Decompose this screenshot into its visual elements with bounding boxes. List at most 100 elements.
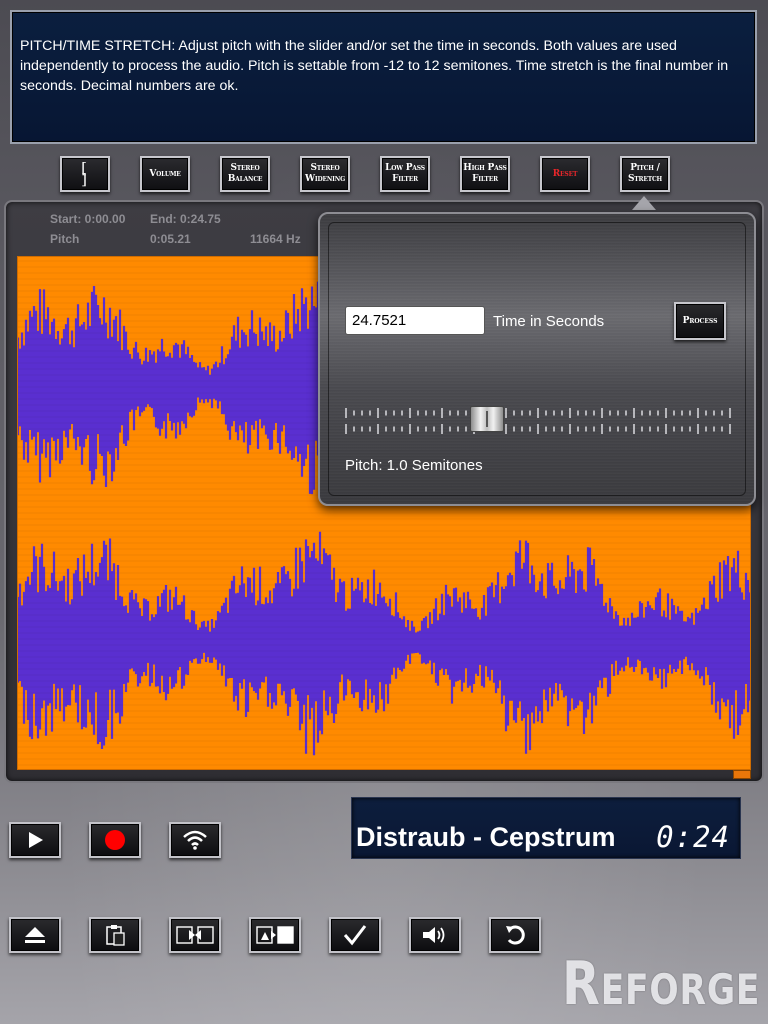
- pitch-slider-tick: [505, 424, 507, 434]
- pitch-slider-tick: [601, 408, 603, 418]
- pitch-slider-tick: [513, 426, 515, 432]
- pitch-slider-tick: [345, 408, 347, 418]
- pitch-slider-tick: [465, 410, 467, 416]
- undo-icon: [506, 925, 525, 945]
- pitch-slider-tick: [577, 426, 579, 432]
- pitch-slider-tick: [353, 426, 355, 432]
- reset-button-label: Reset: [552, 168, 578, 179]
- pitch-slider-tick: [705, 410, 707, 416]
- pitch-slider-tick: [377, 424, 379, 434]
- clipboard-icon: [106, 925, 125, 946]
- pitch-slider-tick: [729, 424, 731, 434]
- pitch-slider-tick: [433, 426, 435, 432]
- pitch-slider-tick: [609, 410, 611, 416]
- paste-button[interactable]: [89, 917, 141, 953]
- play-button[interactable]: [9, 822, 61, 858]
- pitch-slider-tick: [609, 426, 611, 432]
- speaker-button[interactable]: [409, 917, 461, 953]
- pitch-slider-tick: [649, 410, 651, 416]
- pitch-slider-thumb[interactable]: [470, 406, 505, 432]
- pitch-slider-tick: [457, 410, 459, 416]
- reforge-logo: Reforge: [562, 949, 761, 1019]
- pitch-slider-tick: [401, 426, 403, 432]
- pitch-slider-tick: [369, 410, 371, 416]
- pitch-slider-track: [345, 408, 731, 434]
- popup-inner-border: [328, 222, 746, 496]
- pitch-stretch-button-label: Pitch / Stretch: [627, 163, 663, 184]
- pitch-slider-tick: [369, 426, 371, 432]
- selection-bracket-button[interactable]: [ ]: [60, 156, 110, 192]
- help-panel: PITCH/TIME STRETCH: Adjust pitch with th…: [10, 10, 757, 144]
- stereo-balance-button-label: Stereo Balance: [227, 163, 263, 184]
- process-button-label: Process: [682, 316, 718, 326]
- pitch-slider-tick: [657, 410, 659, 416]
- pitch-slider[interactable]: [342, 400, 734, 440]
- pitch-slider-tick: [377, 408, 379, 418]
- pitch-slider-tick: [617, 410, 619, 416]
- pitch-slider-tick: [433, 410, 435, 416]
- pitch-slider-tick: [681, 410, 683, 416]
- low-pass-filter-button[interactable]: Low Pass Filter: [380, 156, 430, 192]
- speaker-wave-icon: [423, 927, 445, 943]
- high-pass-filter-button-label: High Pass Filter: [463, 163, 507, 184]
- pitch-slider-tick: [417, 410, 419, 416]
- reset-button[interactable]: Reset: [540, 156, 590, 192]
- pitch-slider-tick: [625, 426, 627, 432]
- stereo-widening-button-label: Stereo Widening: [305, 163, 345, 184]
- track-title: Distraub - Cepstrum: [356, 822, 616, 852]
- pitch-slider-tick: [729, 408, 731, 418]
- play-icon: [29, 832, 43, 848]
- pitch-slider-tick: [593, 410, 595, 416]
- high-pass-filter-button[interactable]: High Pass Filter: [460, 156, 510, 192]
- pitch-slider-tick: [401, 410, 403, 416]
- eject-button[interactable]: [9, 917, 61, 953]
- time-in-seconds-input[interactable]: [345, 306, 485, 335]
- swap-right-button[interactable]: [249, 917, 301, 953]
- pitch-slider-tick: [569, 424, 571, 434]
- pitch-slider-tick: [505, 408, 507, 418]
- pitch-slider-tick: [577, 410, 579, 416]
- time-in-seconds-label: Time in Seconds: [493, 313, 605, 330]
- undo-button[interactable]: [489, 917, 541, 953]
- pitch-slider-tick: [649, 426, 651, 432]
- stereo-widening-button[interactable]: Stereo Widening: [300, 156, 350, 192]
- pitch-slider-tick: [361, 410, 363, 416]
- apply-button[interactable]: [329, 917, 381, 953]
- pitch-slider-tick: [561, 426, 563, 432]
- pitch-semitones-readout: Pitch: 1.0 Semitones: [345, 457, 483, 474]
- pitch-slider-tick: [625, 410, 627, 416]
- pitch-slider-tick: [721, 410, 723, 416]
- pitch-slider-tick: [353, 410, 355, 416]
- pitch-slider-tick: [601, 424, 603, 434]
- swap-left-button[interactable]: [169, 917, 221, 953]
- pitch-label: Pitch: [50, 232, 80, 246]
- pitch-slider-tick: [705, 426, 707, 432]
- pitch-slider-tick: [529, 410, 531, 416]
- pitch-slider-tick: [393, 426, 395, 432]
- frequency-readout: 11664 Hz: [250, 232, 301, 246]
- swap-left-icon: [176, 926, 214, 944]
- pitch-slider-tick: [585, 426, 587, 432]
- track-time: 0:24: [656, 820, 730, 854]
- pitch-slider-tick: [697, 408, 699, 418]
- pitch-slider-tick: [657, 426, 659, 432]
- swap-right-icon: [256, 926, 294, 944]
- pitch-slider-tick: [721, 426, 723, 432]
- record-button[interactable]: [89, 822, 141, 858]
- waveform-scroll-handle[interactable]: [733, 770, 751, 779]
- now-playing-display: Distraub - Cepstrum 0:24: [351, 797, 741, 859]
- pitch-slider-tick: [665, 408, 667, 418]
- pitch-slider-tick: [561, 410, 563, 416]
- wifi-share-button[interactable]: [169, 822, 221, 858]
- pitch-slider-tick: [393, 410, 395, 416]
- pitch-slider-tick: [545, 410, 547, 416]
- stereo-balance-button[interactable]: Stereo Balance: [220, 156, 270, 192]
- pitch-slider-tick: [673, 426, 675, 432]
- pitch-stretch-button[interactable]: Pitch / Stretch: [620, 156, 670, 192]
- process-button[interactable]: Process: [674, 302, 726, 340]
- help-text: PITCH/TIME STRETCH: Adjust pitch with th…: [20, 38, 729, 94]
- pitch-slider-tick: [385, 410, 387, 416]
- pitch-slider-tick: [425, 426, 427, 432]
- volume-button[interactable]: Volume: [140, 156, 190, 192]
- end-time: End: 0:24.75: [150, 212, 221, 226]
